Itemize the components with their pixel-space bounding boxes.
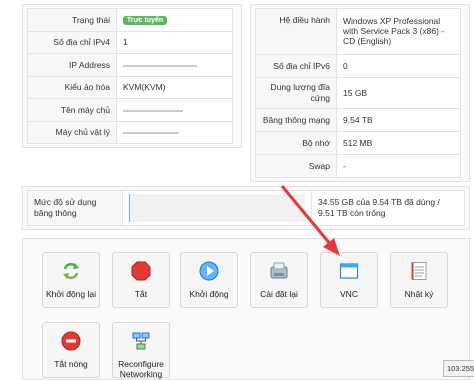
server-info-left-panel: Trạng thái Trực tuyến Số địa chỉ IPv4 1 … — [22, 4, 242, 148]
swap-label: Swap — [255, 153, 337, 179]
os-value: Windows XP Professional with Service Pac… — [336, 8, 461, 55]
bandwidth-value: 9.54 TB — [336, 108, 461, 133]
reinstall-label: Cài đặt lại — [260, 289, 298, 299]
shutdown-button[interactable]: Tắt — [112, 252, 170, 308]
log-label: Nhật ký — [404, 289, 434, 299]
reinstall-button[interactable]: Cài đặt lại — [250, 252, 308, 308]
bandwidth-usage-panel: Mức độ sử dụng băng thông 34.55 GB của 9… — [22, 186, 470, 230]
vnc-label: VNC — [340, 289, 358, 299]
swap-value: - — [336, 153, 461, 179]
shutdown-label: Tắt — [134, 289, 148, 299]
status-badge: Trực tuyến — [123, 16, 168, 26]
disk-value: 15 GB — [336, 76, 461, 110]
power-off-icon — [61, 331, 81, 351]
ipv4-count-label: Số địa chỉ IPv4 — [27, 30, 117, 54]
ip-tooltip: 103.255. — [443, 360, 474, 377]
ipv4-count-value: 1 — [116, 30, 233, 54]
bandwidth-progress-fill — [129, 194, 130, 222]
hostname-label: Tên máy chủ — [27, 98, 117, 122]
bandwidth-progress-bar — [129, 194, 305, 222]
stop-icon — [131, 261, 151, 281]
ipv6-count-value: 0 — [336, 53, 461, 78]
reinstall-icon — [270, 262, 288, 279]
force-off-button[interactable]: Tắt nóng — [42, 322, 100, 378]
status-label: Trạng thái — [27, 8, 117, 32]
force-off-label: Tắt nóng — [54, 359, 88, 369]
disk-label: Dung lượng đĩa cứng — [255, 76, 337, 110]
restart-button[interactable]: Khởi động lại — [42, 252, 100, 308]
ipv6-count-label: Số địa chỉ IPv6 — [255, 53, 337, 78]
reconfigure-networking-label: Reconfigure Networking — [118, 359, 164, 379]
boot-button[interactable]: Khởi động — [180, 252, 238, 308]
reconfigure-networking-button[interactable]: Reconfigure Networking — [112, 322, 170, 379]
memory-value: 512 MB — [336, 131, 461, 155]
virtualization-value: KVM(KVM) — [116, 75, 233, 99]
start-icon — [199, 261, 219, 281]
bandwidth-label: Băng thông mạng — [255, 108, 337, 133]
hostname-redacted — [123, 109, 183, 112]
log-button[interactable]: Nhật ký — [390, 252, 448, 308]
memory-label: Bộ nhớ — [255, 131, 337, 155]
log-icon — [411, 262, 427, 280]
bandwidth-usage-value: 34.55 GB của 9.54 TB đã dùng / 9.51 TB c… — [311, 190, 465, 226]
virtualization-label: Kiểu ảo hóa — [27, 75, 117, 99]
os-label: Hệ điều hành — [255, 8, 337, 55]
ip-address-label: IP Address — [27, 53, 117, 77]
bandwidth-usage-label: Mức độ sử dụng băng thông — [27, 190, 123, 226]
restart-label: Khởi động lại — [46, 289, 96, 299]
network-icon — [132, 332, 150, 350]
vnc-window-icon — [339, 263, 359, 279]
boot-label: Khởi động — [189, 289, 229, 299]
ip-address-redacted — [123, 64, 197, 67]
vnc-button[interactable]: VNC — [320, 252, 378, 308]
physical-host-label: Máy chủ vật lý — [27, 120, 117, 144]
server-info-right-panel: Hệ điều hành Windows XP Professional wit… — [250, 4, 470, 182]
physical-host-redacted — [123, 132, 179, 134]
restart-icon — [63, 262, 79, 280]
